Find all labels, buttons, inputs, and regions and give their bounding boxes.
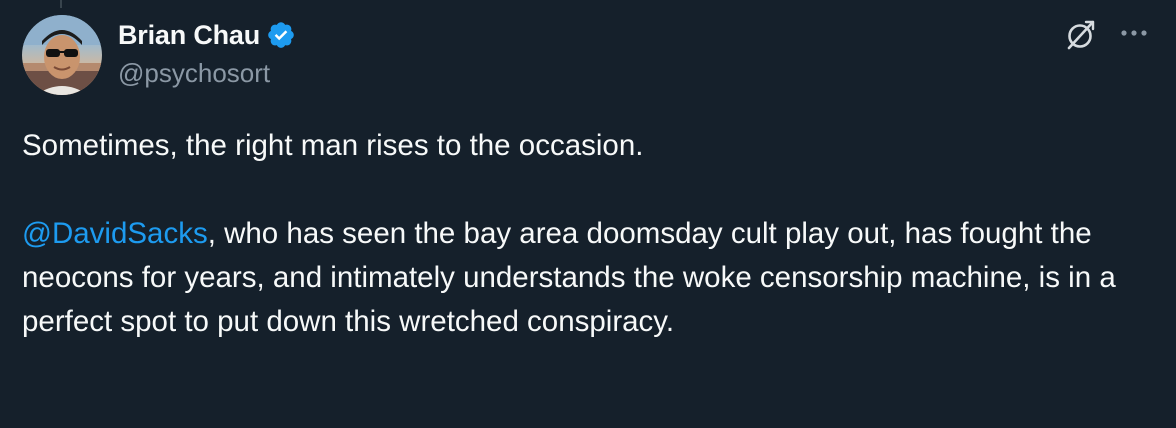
tweet-paragraph-2: @DavidSacks, who has seen the bay area d… [22,212,1142,344]
tweet-paragraph-1: Sometimes, the right man rises to the oc… [22,129,644,162]
author-name-row: Brian Chau [118,16,296,54]
more-options-icon[interactable] [1114,23,1154,43]
verified-badge-icon [266,20,296,50]
avatar-image [22,15,102,95]
author-display-name[interactable]: Brian Chau [118,20,260,51]
author-handle[interactable]: @psychosort [118,58,270,89]
grok-icon[interactable] [1062,17,1098,53]
avatar[interactable] [22,15,102,95]
thread-connector-line [60,0,62,8]
tweet-body: Sometimes, the right man rises to the oc… [22,124,1142,344]
tweet-card: Brian Chau @psychosort Sometimes, the ri… [0,0,1176,428]
mention-link[interactable]: @DavidSacks [22,217,208,250]
